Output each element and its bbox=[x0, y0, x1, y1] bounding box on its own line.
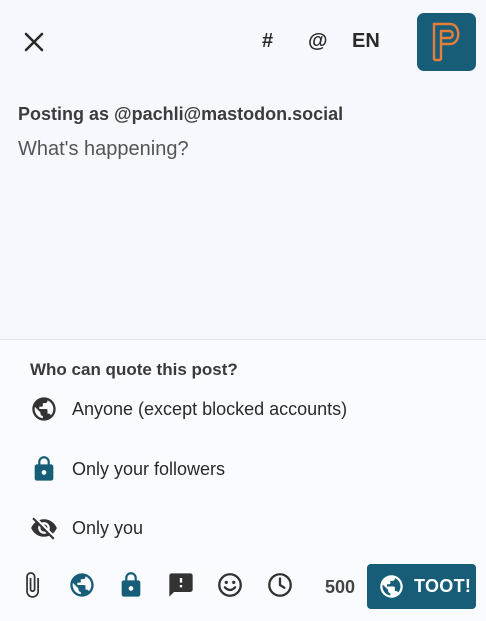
lock-icon bbox=[121, 572, 141, 597]
pachli-logo-icon bbox=[432, 22, 460, 62]
clock-icon bbox=[268, 573, 292, 597]
top-bar: # @ EN bbox=[0, 0, 486, 84]
sheet-title: Who can quote this post? bbox=[30, 360, 238, 379]
globe-icon bbox=[32, 397, 56, 421]
quote-option-label: Only you bbox=[72, 518, 144, 538]
globe-icon bbox=[380, 575, 403, 598]
schedule-button[interactable] bbox=[266, 571, 294, 599]
toot-button-label: TOOT! bbox=[414, 576, 472, 596]
quote-option-anyone[interactable]: Anyone (except blocked accounts) bbox=[30, 389, 470, 429]
paperclip-icon bbox=[26, 572, 39, 598]
globe-icon bbox=[70, 573, 94, 597]
language-button[interactable]: EN bbox=[352, 30, 380, 53]
content-warning-button[interactable] bbox=[167, 571, 195, 599]
quote-policy-button[interactable] bbox=[117, 571, 145, 599]
quote-option-only-you[interactable]: Only you bbox=[30, 508, 470, 548]
attach-media-button[interactable] bbox=[18, 571, 46, 599]
visibility-button[interactable] bbox=[68, 571, 96, 599]
emoji-button[interactable] bbox=[216, 571, 244, 599]
character-count: 500 bbox=[325, 577, 356, 597]
compose-toolbar: 500 TOOT! bbox=[0, 558, 486, 614]
close-button[interactable] bbox=[18, 26, 50, 58]
content-warning-icon bbox=[169, 573, 193, 597]
quote-option-followers[interactable]: Only your followers bbox=[30, 449, 470, 489]
quote-option-label: Anyone (except blocked accounts) bbox=[72, 399, 348, 419]
emoji-icon bbox=[218, 573, 242, 597]
quote-option-label: Only your followers bbox=[72, 459, 226, 479]
eye-off-icon bbox=[31, 517, 57, 540]
hashtag-button[interactable]: # bbox=[262, 30, 273, 53]
close-icon bbox=[24, 32, 44, 52]
posting-as-label: Posting as @pachli@mastodon.social bbox=[18, 104, 344, 124]
avatar[interactable] bbox=[417, 13, 476, 71]
lock-icon bbox=[34, 456, 54, 481]
compose-input[interactable] bbox=[18, 138, 468, 318]
toot-button[interactable]: TOOT! bbox=[367, 564, 476, 609]
mention-button[interactable]: @ bbox=[308, 30, 328, 53]
